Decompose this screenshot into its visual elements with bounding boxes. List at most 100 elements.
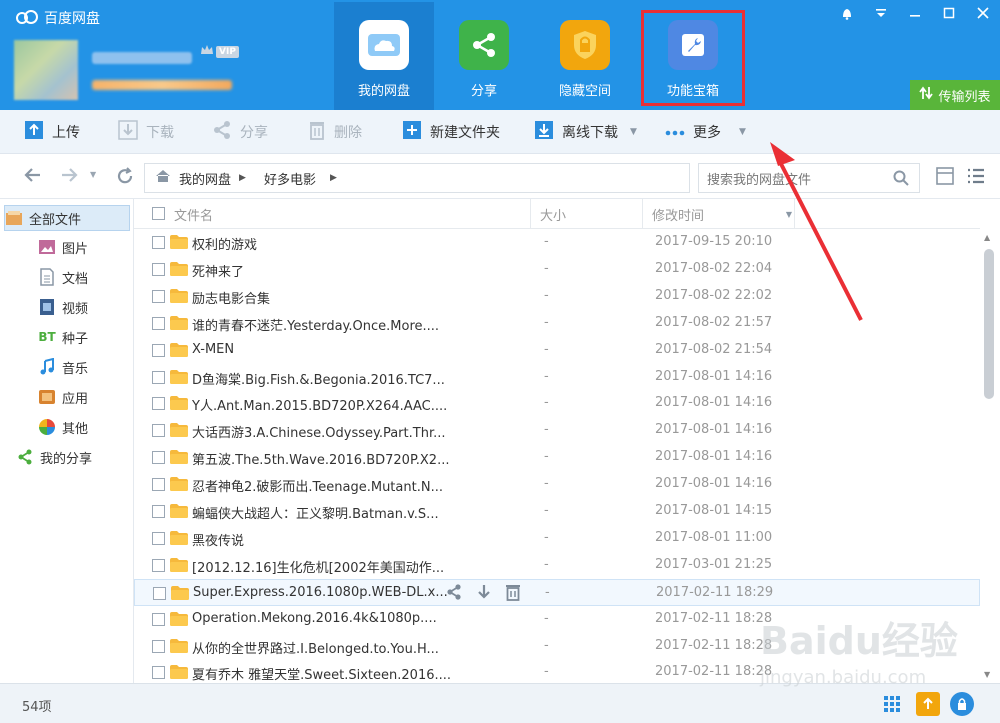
back-arrow-icon[interactable] (24, 167, 42, 188)
scroll-up-icon[interactable]: ▲ (984, 233, 990, 242)
tab-toolbox[interactable]: 功能宝箱 (643, 2, 743, 110)
column-divider[interactable] (530, 199, 531, 229)
file-name[interactable]: 忍者神龟2.破影而出.Teenage.Mutant.N... (192, 476, 443, 495)
sidebar-item-other[interactable]: 其他 (38, 414, 130, 440)
breadcrumb-separator-icon[interactable]: ▶ (239, 173, 246, 183)
upload-arrow-icon[interactable] (916, 692, 940, 716)
row-checkbox[interactable] (152, 289, 165, 303)
row-checkbox[interactable] (152, 370, 165, 384)
chevron-down-icon[interactable]: ▼ (630, 127, 637, 137)
sidebar-item-all-files[interactable]: 全部文件 (4, 205, 130, 231)
scrollbar[interactable]: ▲ ▼ (980, 229, 998, 683)
table-row[interactable]: 励志电影合集 - 2017-08-02 22:02 (134, 283, 980, 310)
sidebar-item-videos[interactable]: 视频 (38, 294, 130, 320)
table-row[interactable]: 从你的全世界路过.I.Belonged.to.You.H... - 2017-02-… (134, 633, 980, 660)
offline-download-button[interactable]: 离线下载 ▼ (534, 110, 637, 154)
file-name[interactable]: 谁的青春不迷茫.Yesterday.Once.More.... (192, 315, 439, 334)
table-row[interactable]: 死神来了 - 2017-08-02 22:04 (134, 256, 980, 283)
row-checkbox[interactable] (152, 397, 165, 411)
download-button[interactable]: 下载 (118, 110, 174, 154)
sidebar-item-pictures[interactable]: 图片 (38, 234, 130, 260)
column-divider[interactable] (642, 199, 643, 229)
table-row[interactable]: [2012.12.16]生化危机[2002年美国动作... - 2017-03-01… (134, 552, 980, 579)
trash-icon[interactable] (505, 583, 521, 605)
row-checkbox[interactable] (152, 478, 165, 492)
file-name[interactable]: Super.Express.2016.1080p.WEB-DL.x... (193, 585, 448, 600)
list-view-icon[interactable] (967, 167, 985, 189)
row-checkbox[interactable] (152, 424, 165, 438)
table-row[interactable]: Operation.Mekong.2016.4k&1080p.... - 2017-… (134, 606, 980, 633)
table-row[interactable]: Y人.Ant.Man.2015.BD720P.X264.AAC.... - 2017… (134, 390, 980, 417)
file-name[interactable]: 第五波.The.5th.Wave.2016.BD720P.X2... (192, 449, 449, 468)
search-input[interactable]: 搜索我的网盘文件 (698, 163, 920, 193)
row-checkbox[interactable] (152, 639, 165, 653)
download-icon[interactable] (475, 583, 493, 605)
row-checkbox[interactable] (152, 531, 165, 545)
table-row[interactable]: D鱼海棠.Big.Fish.&.Begonia.2016.TC7... - 2017… (134, 364, 980, 391)
new-folder-button[interactable]: 新建文件夹 (402, 110, 500, 154)
tab-share[interactable]: 分享 (434, 2, 534, 110)
share-button[interactable]: 分享 (212, 110, 268, 154)
home-icon[interactable] (155, 169, 171, 187)
scroll-down-icon[interactable]: ▼ (984, 670, 990, 679)
thumbnail-view-icon[interactable] (936, 167, 954, 189)
breadcrumb-item-my-netdisk[interactable]: 我的网盘 (179, 169, 231, 188)
transfer-list-button[interactable]: 传输列表 (910, 80, 1000, 110)
table-row[interactable]: 权利的游戏 - 2017-09-15 20:10 (134, 229, 980, 256)
breadcrumb-separator-icon[interactable]: ▶ (330, 173, 337, 183)
file-name[interactable]: 蝙蝠侠大战超人：正义黎明.Batman.v.S... (192, 503, 439, 522)
row-checkbox[interactable] (152, 451, 165, 465)
delete-button[interactable]: 删除 (308, 110, 362, 154)
file-name[interactable]: 夏有乔木 雅望天堂.Sweet.Sixteen.2016.... (192, 664, 451, 683)
sidebar-item-torrents[interactable]: BT 种子 (38, 324, 130, 350)
file-name[interactable]: D鱼海棠.Big.Fish.&.Begonia.2016.TC7... (192, 369, 445, 388)
share-icon[interactable] (445, 583, 463, 605)
row-checkbox[interactable] (152, 316, 165, 330)
row-checkbox[interactable] (152, 343, 165, 357)
file-name[interactable]: 励志电影合集 (192, 288, 270, 307)
file-name[interactable]: 大话西游3.A.Chinese.Odyssey.Part.Thr... (192, 422, 446, 441)
file-name[interactable]: 死神来了 (192, 261, 244, 280)
row-checkbox[interactable] (152, 505, 165, 518)
close-icon[interactable] (966, 0, 1000, 26)
table-row[interactable]: 忍者神龟2.破影而出.Teenage.Mutant.N... - 2017-08-0… (134, 471, 980, 498)
tab-hidden-space[interactable]: 隐藏空间 (535, 2, 635, 110)
column-header-size[interactable]: 大小 (540, 199, 566, 229)
sidebar-item-apps[interactable]: 应用 (38, 384, 130, 410)
row-checkbox[interactable] (152, 236, 165, 249)
row-checkbox[interactable] (152, 666, 165, 680)
minimize-icon[interactable] (898, 0, 932, 26)
column-header-modified[interactable]: 修改时间 ▼ (652, 199, 792, 229)
row-checkbox[interactable] (153, 586, 166, 600)
sort-chevron-icon[interactable]: ▼ (786, 210, 792, 219)
tab-my-netdisk[interactable]: 我的网盘 (334, 2, 434, 110)
grid-apps-icon[interactable] (880, 692, 904, 716)
column-divider[interactable] (794, 199, 795, 229)
history-dropdown-icon[interactable]: ▼ (90, 170, 96, 179)
table-row[interactable]: 蝙蝠侠大战超人：正义黎明.Batman.v.S... - 2017-08-01 14… (134, 498, 980, 525)
more-button[interactable]: 更多 ▼ (665, 110, 746, 154)
file-name[interactable]: Y人.Ant.Man.2015.BD720P.X264.AAC.... (192, 395, 447, 414)
file-name[interactable]: X-MEN (192, 342, 234, 357)
row-checkbox[interactable] (152, 558, 165, 572)
security-lock-icon[interactable] (950, 692, 974, 716)
chevron-down-icon[interactable]: ▼ (739, 127, 746, 137)
breadcrumb-item-current[interactable]: 好多电影 (264, 169, 316, 188)
row-checkbox[interactable] (152, 262, 165, 276)
scrollbar-thumb[interactable] (984, 249, 994, 399)
avatar[interactable] (14, 40, 78, 100)
column-header-name[interactable]: 文件名 (174, 199, 213, 229)
menu-dropdown-icon[interactable] (864, 0, 898, 26)
table-row[interactable]: X-MEN - 2017-08-02 21:54 (134, 337, 980, 364)
refresh-icon[interactable] (116, 167, 134, 190)
table-row[interactable]: 谁的青春不迷茫.Yesterday.Once.More.... - 2017-08-… (134, 310, 980, 337)
select-all-checkbox[interactable] (152, 207, 165, 220)
sidebar-item-my-shares[interactable]: 我的分享 (16, 444, 130, 470)
vip-badge[interactable]: VIP (200, 44, 239, 60)
row-checkbox[interactable] (152, 612, 165, 626)
forward-arrow-icon[interactable] (60, 167, 78, 188)
search-icon[interactable] (893, 170, 909, 190)
file-name[interactable]: Operation.Mekong.2016.4k&1080p.... (192, 611, 437, 626)
table-row[interactable]: 大话西游3.A.Chinese.Odyssey.Part.Thr... - 2017… (134, 417, 980, 444)
file-name[interactable]: 黑夜传说 (192, 530, 244, 549)
